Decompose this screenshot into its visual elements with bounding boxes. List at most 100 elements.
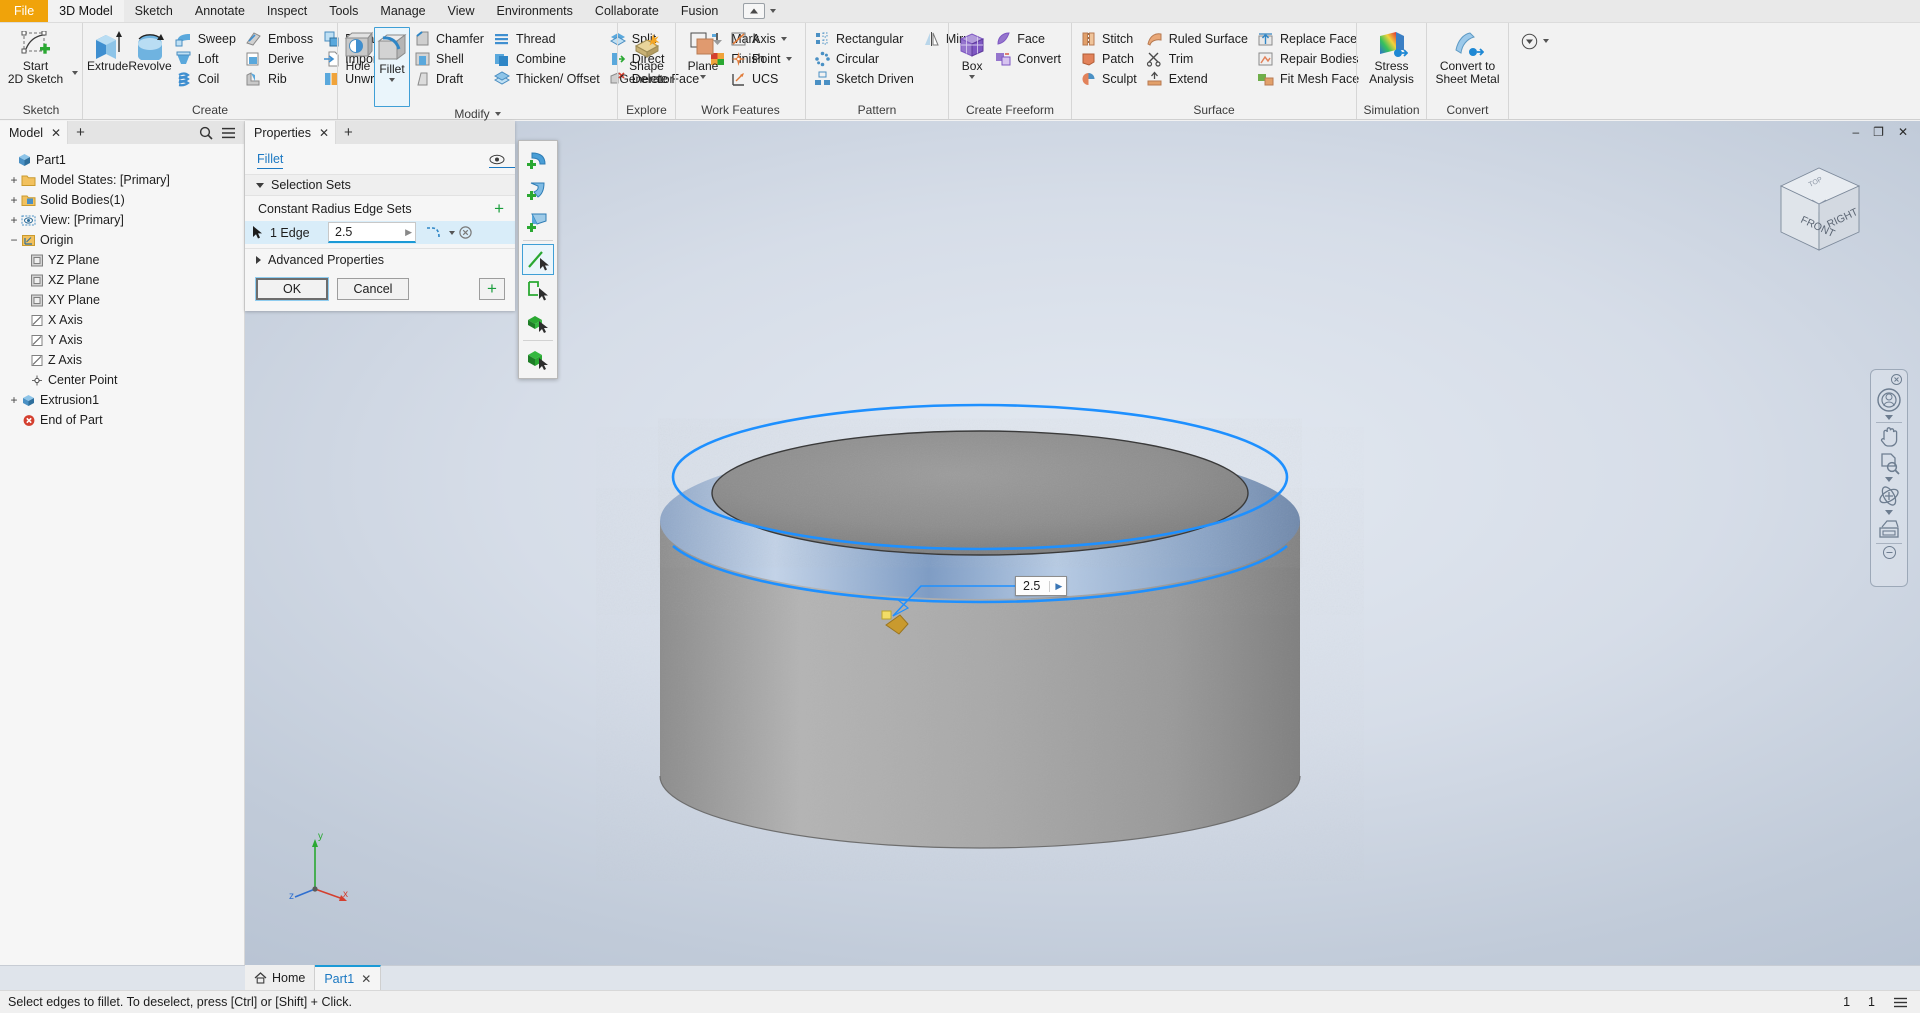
convert-sheet-metal-button[interactable]: Convert to Sheet Metal (1431, 27, 1504, 86)
rectangular-pattern-button[interactable]: Rectangular (810, 29, 920, 49)
coil-button[interactable]: Coil (172, 69, 242, 89)
thicken-offset-button[interactable]: Thicken/ Offset (490, 69, 606, 89)
menu-item-sketch[interactable]: Sketch (124, 0, 184, 22)
menu-item-inspect[interactable]: Inspect (256, 0, 318, 22)
close-icon[interactable]: ✕ (319, 126, 329, 140)
menu-item-manage[interactable]: Manage (369, 0, 436, 22)
add-more-button[interactable]: + (479, 278, 505, 300)
document-tab-part1[interactable]: Part1 ✕ (315, 965, 382, 990)
face-button[interactable]: Face (991, 29, 1067, 49)
chamfer-button[interactable]: Chamfer (410, 29, 490, 49)
pan-icon[interactable] (1873, 425, 1905, 449)
extrude-button[interactable]: Extrude (87, 27, 128, 73)
point-button[interactable]: Point (726, 49, 798, 69)
menu-item-3d-model[interactable]: 3D Model (48, 0, 124, 22)
axis-button[interactable]: Axis (726, 29, 798, 49)
tree-node-x-axis[interactable]: X Axis (0, 310, 244, 330)
home-tab[interactable]: Home (245, 965, 316, 990)
patch-button[interactable]: Patch (1076, 49, 1143, 69)
tree-node-yz-plane[interactable]: YZ Plane (0, 250, 244, 270)
menu-item-tools[interactable]: Tools (318, 0, 369, 22)
ribbon-overflow-dropdown-icon[interactable] (1543, 39, 1549, 43)
orbit-dropdown-icon[interactable] (1885, 510, 1893, 515)
sculpt-button[interactable]: Sculpt (1076, 69, 1143, 89)
thread-button[interactable]: Thread (490, 29, 606, 49)
draft-button[interactable]: Draft (410, 69, 490, 89)
combine-button[interactable]: Combine (490, 49, 606, 69)
fit-mesh-face-button[interactable]: Fit Mesh Face (1254, 69, 1365, 89)
tree-node-end-of-part[interactable]: End of Part (0, 410, 244, 430)
box-button[interactable]: Box (953, 27, 991, 79)
fillet-dimension-callout[interactable]: 2.5 ▶ (1015, 576, 1068, 596)
tree-node-xy-plane[interactable]: XY Plane (0, 290, 244, 310)
start-sketch-dropdown-icon[interactable] (72, 71, 78, 75)
status-menu-icon[interactable] (1893, 997, 1908, 1008)
tree-node-part1[interactable]: Part1 (0, 150, 244, 170)
menu-item-view[interactable]: View (437, 0, 486, 22)
fillet-radius-icon[interactable] (423, 222, 444, 243)
search-icon[interactable] (199, 126, 213, 140)
menu-item-environments[interactable]: Environments (485, 0, 583, 22)
zoom-dropdown-icon[interactable] (1885, 477, 1893, 482)
start-2d-sketch-button[interactable]: Start 2D Sketch (4, 27, 67, 86)
full-navigation-wheel-icon[interactable] (1873, 387, 1905, 413)
select-solid-mode-icon[interactable] (522, 344, 554, 375)
shape-generator-button[interactable]: Shape Generator (619, 27, 674, 86)
repair-bodies-button[interactable]: Repair Bodies (1254, 49, 1365, 69)
navbar-close-icon[interactable] (1891, 374, 1902, 385)
shell-button[interactable]: Shell (410, 49, 490, 69)
tree-node-center-point[interactable]: Center Point (0, 370, 244, 390)
look-at-icon[interactable] (1873, 517, 1905, 541)
trim-button[interactable]: Trim (1143, 49, 1254, 69)
menu-item-fusion[interactable]: Fusion (670, 0, 730, 22)
ruled-surface-button[interactable]: Ruled Surface (1143, 29, 1254, 49)
ok-button[interactable]: OK (255, 277, 329, 301)
window-minimize-button[interactable]: – (1852, 125, 1859, 139)
add-constant-radius-fillet-icon[interactable] (522, 144, 554, 175)
stitch-button[interactable]: Stitch (1076, 29, 1143, 49)
callout-expand-icon[interactable]: ▶ (1049, 580, 1062, 592)
sweep-button[interactable]: Sweep (172, 29, 242, 49)
radius-input[interactable]: 2.5 ▶ (328, 222, 416, 243)
section-advanced-properties[interactable]: Advanced Properties (245, 248, 515, 270)
plane-button[interactable]: Plane (680, 27, 726, 79)
edge-set-row[interactable]: 1 Edge 2.5 ▶ (245, 221, 515, 244)
tree-expander-plus[interactable]: + (8, 213, 20, 227)
sketch-driven-pattern-button[interactable]: Sketch Driven (810, 69, 920, 89)
view-cube[interactable]: FRONT RIGHT TOP (1763, 156, 1875, 266)
hole-button[interactable]: Hole (342, 27, 374, 73)
tab-model[interactable]: Model ✕ (0, 121, 69, 144)
convert-freeform-button[interactable]: Convert (991, 49, 1067, 69)
close-icon[interactable]: ✕ (51, 126, 61, 140)
menu-item-annotate[interactable]: Annotate (184, 0, 256, 22)
circular-pattern-button[interactable]: Circular (810, 49, 920, 69)
extend-button[interactable]: Extend (1143, 69, 1254, 89)
tree-node-model-states[interactable]: + Model States: [Primary] (0, 170, 244, 190)
zoom-icon[interactable] (1873, 451, 1905, 475)
add-variable-radius-fillet-icon[interactable] (522, 175, 554, 206)
spinner-arrow-icon[interactable]: ▶ (405, 227, 412, 238)
radius-value[interactable]: 2.5 (335, 225, 405, 239)
cancel-button[interactable]: Cancel (337, 278, 409, 300)
chevron-down-icon[interactable] (770, 9, 777, 13)
axis-dropdown-icon[interactable] (780, 37, 787, 41)
select-edge-mode-icon[interactable] (522, 244, 554, 275)
select-loop-mode-icon[interactable] (522, 275, 554, 306)
add-tab-icon[interactable]: + (68, 121, 93, 144)
fillet-dropdown-icon[interactable] (389, 78, 395, 82)
properties-command-name[interactable]: Fillet (257, 152, 284, 169)
clear-selection-icon[interactable] (455, 222, 476, 243)
tree-node-y-axis[interactable]: Y Axis (0, 330, 244, 350)
rib-button[interactable]: Rib (242, 69, 319, 89)
menu-item-file[interactable]: File (0, 0, 49, 22)
tree-node-view[interactable]: + View: [Primary] (0, 210, 244, 230)
derive-button[interactable]: Derive (242, 49, 319, 69)
point-dropdown-icon[interactable] (785, 57, 792, 61)
stress-analysis-button[interactable]: Stress Analysis (1363, 27, 1421, 86)
modify-panel-dropdown-icon[interactable] (494, 112, 501, 116)
tree-expander-plus[interactable]: + (8, 173, 20, 187)
dropdown-button-icon[interactable] (743, 3, 766, 19)
orbit-icon[interactable] (1873, 484, 1905, 508)
add-selection-set-icon[interactable]: + (494, 200, 504, 217)
tab-properties[interactable]: Properties ✕ (245, 121, 337, 144)
